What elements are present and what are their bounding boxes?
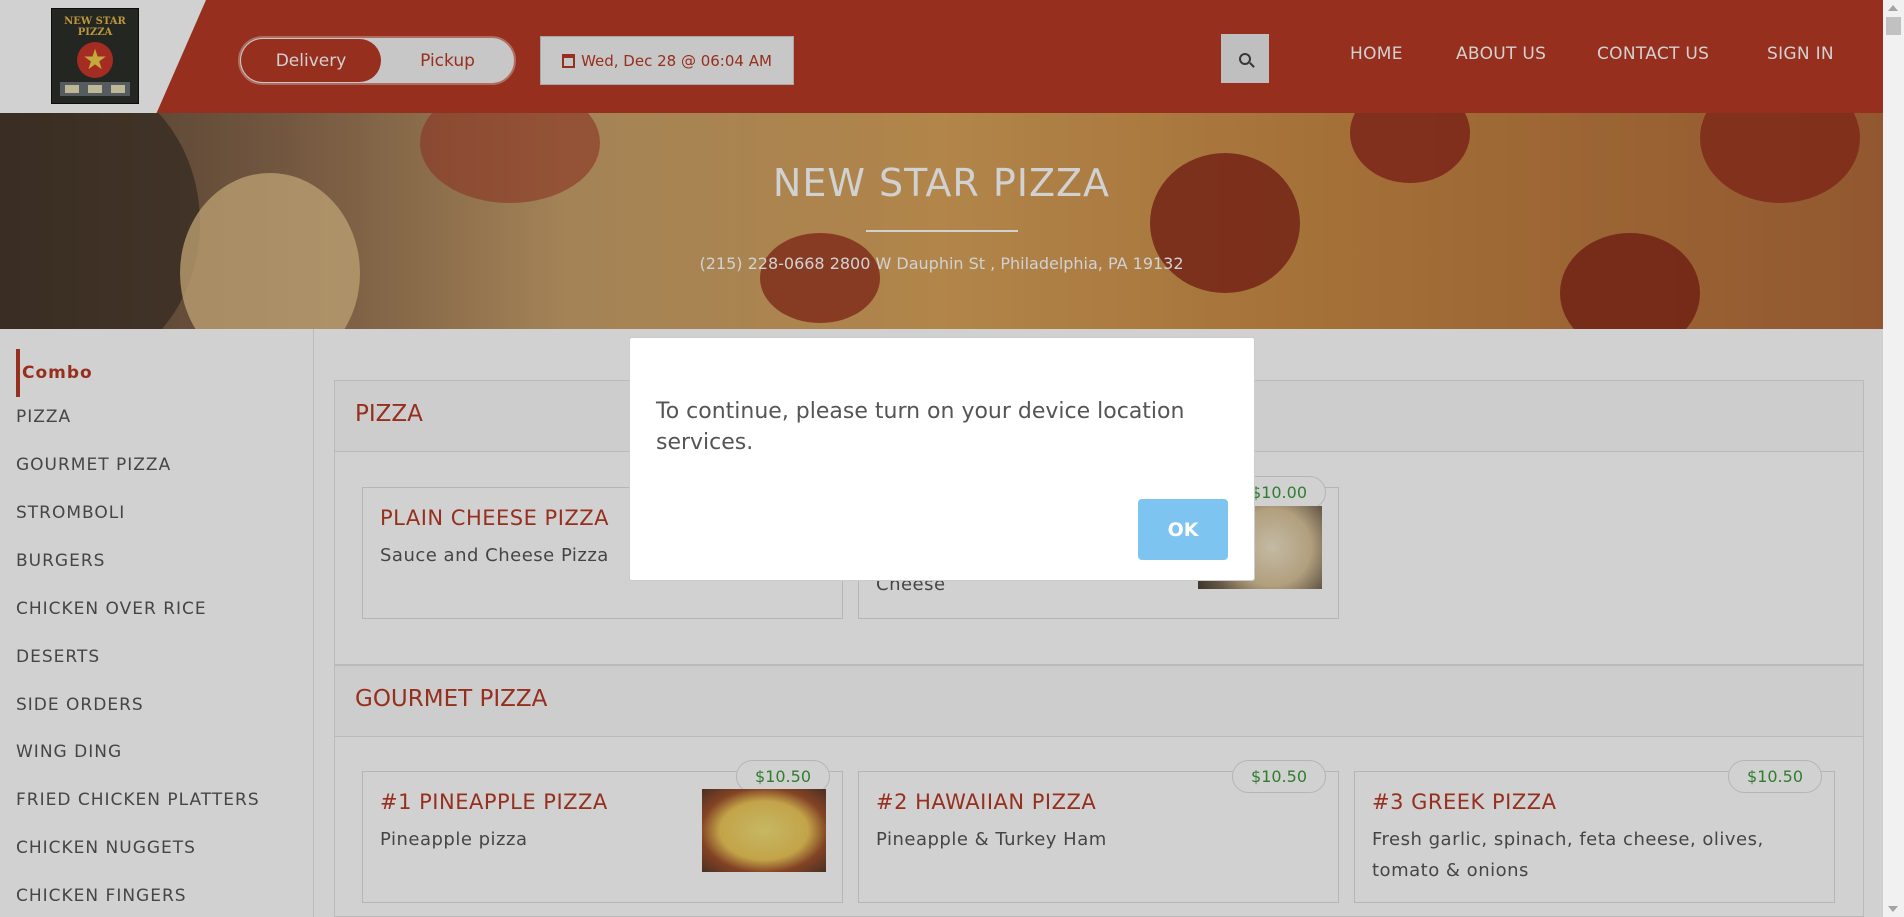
location-permission-dialog: To continue, please turn on your device … (629, 337, 1255, 581)
scroll-up-icon[interactable] (1888, 5, 1898, 11)
ok-button[interactable]: OK (1138, 499, 1228, 560)
dialog-message: To continue, please turn on your device … (656, 399, 1185, 455)
scroll-thumb[interactable] (1886, 17, 1901, 35)
page-scrollbar[interactable] (1883, 0, 1904, 917)
scroll-down-icon[interactable] (1888, 906, 1898, 912)
